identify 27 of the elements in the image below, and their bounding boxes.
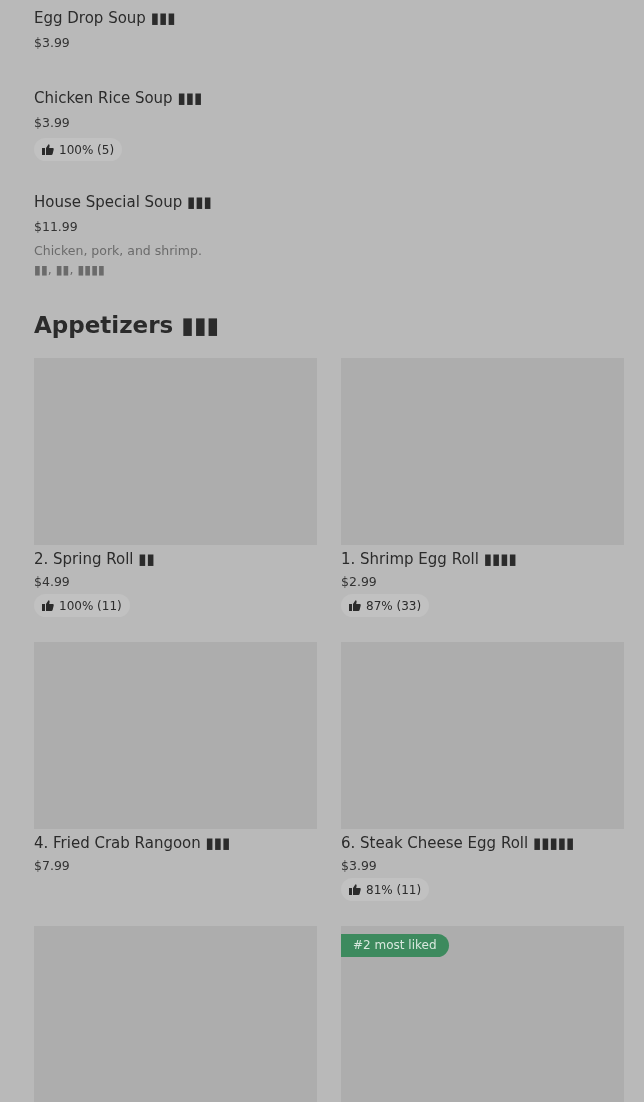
rating-pill: 81% (11) <box>341 878 430 901</box>
rating-pill: 100% (5) <box>34 138 123 161</box>
dish-price: $11.99 <box>34 218 79 236</box>
dish-price: $3.99 <box>34 34 71 52</box>
dish-name: 4. Fried Crab Rangoon ▮▮▮ <box>34 833 232 854</box>
dish-description: ▮▮, ▮▮, ▮▮▮▮ <box>34 261 106 279</box>
rating-pill: 87% (33) <box>341 594 430 617</box>
thumbs-up-icon <box>349 884 361 895</box>
most-liked-badge: #2 most liked <box>341 934 449 957</box>
dish-name: 6. Steak Cheese Egg Roll ▮▮▮▮▮ <box>341 833 576 854</box>
dish-price: $3.99 <box>34 114 71 132</box>
image-placeholder[interactable]: #2 most liked <box>341 926 624 1102</box>
dish-name: House Special Soup ▮▮▮ <box>34 192 213 213</box>
rating-pill: 100% (11) <box>34 594 130 617</box>
dish-price: $3.99 <box>341 857 378 875</box>
section-heading: Appetizers ▮▮▮ <box>34 311 221 340</box>
dish-price: $4.99 <box>34 573 71 591</box>
dish-name: 2. Spring Roll ▮▮ <box>34 549 156 570</box>
dish-name: 1. Shrimp Egg Roll ▮▮▮▮ <box>341 549 518 570</box>
dish-description: Chicken, pork, and shrimp. <box>34 242 203 260</box>
dish-name: Chicken Rice Soup ▮▮▮ <box>34 88 204 109</box>
thumbs-up-icon <box>349 600 361 611</box>
thumbs-up-icon <box>42 144 54 155</box>
thumbs-up-icon <box>42 600 54 611</box>
dish-name: Egg Drop Soup ▮▮▮ <box>34 8 177 29</box>
dish-price: $7.99 <box>34 857 71 875</box>
dish-price: $2.99 <box>341 573 378 591</box>
